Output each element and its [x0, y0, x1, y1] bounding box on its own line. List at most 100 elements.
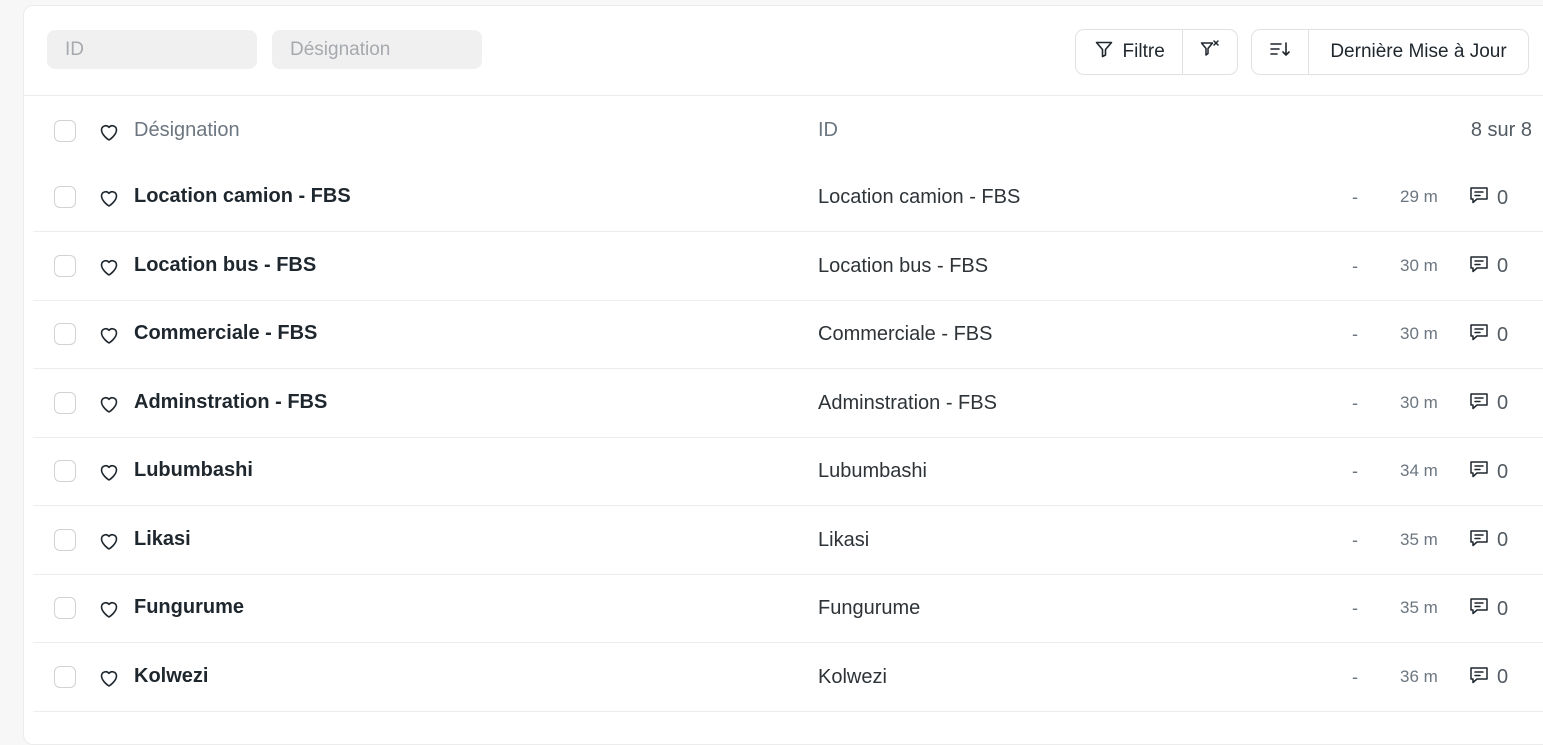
comment-count: 0	[1497, 666, 1509, 688]
list-item[interactable]: Likasi Likasi - 35 m 0	[33, 507, 1543, 575]
sort-direction-button[interactable]	[1252, 30, 1308, 74]
row-status: -	[1352, 666, 1358, 687]
comment-count: 0	[1497, 597, 1509, 620]
row-comments[interactable]: 0	[1468, 664, 1508, 692]
heart-icon[interactable]	[97, 120, 121, 144]
row-modified-time: 30 m	[1400, 255, 1438, 275]
comment-icon	[1468, 253, 1490, 281]
filter-button-label: Filtre	[1122, 41, 1165, 62]
row-title[interactable]: Kolwezi	[134, 665, 208, 688]
comment-count: 0	[1497, 255, 1509, 277]
list-view-panel: Filtre Dernière	[23, 5, 1543, 745]
row-comments[interactable]: 0	[1468, 527, 1508, 555]
row-checkbox[interactable]	[54, 665, 76, 688]
row-checkbox[interactable]	[54, 323, 76, 345]
select-all-checkbox[interactable]	[54, 120, 76, 142]
comment-count: 0	[1497, 392, 1509, 414]
row-comments[interactable]: 0	[1468, 595, 1508, 623]
list-item[interactable]: Kolwezi Kolwezi - 36 m 0	[33, 644, 1543, 712]
row-modified-time: 34 m	[1400, 461, 1438, 480]
row-modified-time: 35 m	[1400, 529, 1438, 549]
heart-icon[interactable]	[97, 666, 121, 690]
designation-filter-input[interactable]	[272, 30, 482, 69]
row-title[interactable]: Lubumbashi	[134, 459, 253, 482]
sort-button-group: Dernière Mise à Jour	[1251, 29, 1529, 75]
heart-icon[interactable]	[97, 529, 121, 553]
comment-icon	[1468, 664, 1490, 692]
row-status: -	[1352, 324, 1358, 344]
row-id: Fungurume	[818, 597, 921, 619]
sort-descending-icon	[1269, 39, 1291, 65]
row-modified-time: 29 m	[1400, 187, 1438, 206]
row-modified-time: 30 m	[1400, 324, 1438, 343]
row-title[interactable]: Location bus - FBS	[134, 254, 316, 277]
row-title[interactable]: Adminstration - FBS	[134, 391, 327, 414]
filter-button[interactable]: Filtre	[1076, 30, 1182, 74]
row-status: -	[1352, 461, 1358, 481]
heart-icon[interactable]	[97, 392, 121, 416]
row-modified-time: 36 m	[1400, 666, 1438, 686]
comment-count: 0	[1497, 323, 1509, 346]
row-status: -	[1352, 255, 1358, 276]
designation-column-header[interactable]: Désignation	[134, 119, 240, 142]
comment-icon	[1468, 321, 1490, 349]
heart-icon[interactable]	[97, 597, 121, 621]
row-checkbox[interactable]	[54, 254, 76, 277]
comment-icon	[1468, 527, 1490, 555]
id-filter-input[interactable]	[47, 30, 257, 69]
comment-icon	[1468, 458, 1490, 486]
list-item[interactable]: Location camion - FBS Location camion - …	[33, 164, 1543, 232]
heart-icon[interactable]	[97, 255, 121, 279]
comment-count: 0	[1497, 186, 1509, 209]
list-item[interactable]: Adminstration - FBS Adminstration - FBS …	[33, 370, 1543, 438]
clear-filter-button[interactable]	[1182, 30, 1237, 74]
list-item[interactable]: Fungurume Fungurume - 35 m 0	[33, 575, 1543, 643]
row-comments[interactable]: 0	[1468, 321, 1508, 349]
list-item[interactable]: Commerciale - FBS Commerciale - FBS - 30…	[33, 301, 1543, 369]
filter-x-icon	[1199, 38, 1221, 66]
row-checkbox[interactable]	[54, 528, 76, 551]
row-checkbox[interactable]	[54, 186, 76, 208]
record-count: 8 sur 8	[1470, 119, 1532, 141]
comment-icon	[1468, 595, 1490, 623]
filter-button-group: Filtre	[1075, 29, 1238, 75]
filter-icon	[1094, 39, 1114, 65]
comment-count: 0	[1497, 460, 1509, 483]
heart-icon[interactable]	[97, 186, 121, 210]
row-id: Adminstration - FBS	[818, 391, 997, 414]
row-comments[interactable]: 0	[1468, 390, 1508, 418]
row-title[interactable]: Commerciale - FBS	[134, 322, 317, 345]
comment-icon	[1468, 184, 1490, 212]
row-comments[interactable]: 0	[1468, 184, 1508, 212]
heart-icon[interactable]	[97, 460, 121, 484]
row-modified-time: 30 m	[1400, 392, 1438, 412]
row-checkbox[interactable]	[54, 460, 76, 482]
row-comments[interactable]: 0	[1468, 458, 1508, 486]
row-checkbox[interactable]	[54, 597, 76, 619]
row-id: Location camion - FBS	[818, 186, 1021, 208]
comment-count: 0	[1497, 529, 1509, 551]
row-id: Likasi	[818, 528, 870, 551]
row-comments[interactable]: 0	[1468, 253, 1508, 281]
row-id: Kolwezi	[818, 665, 887, 688]
heart-icon[interactable]	[97, 323, 121, 347]
list-item[interactable]: Location bus - FBS Location bus - FBS - …	[33, 233, 1543, 301]
list-item[interactable]: Lubumbashi Lubumbashi - 34 m 0	[33, 438, 1543, 506]
row-title[interactable]: Location camion - FBS	[134, 185, 351, 208]
row-status: -	[1352, 187, 1358, 207]
row-status: -	[1352, 529, 1358, 550]
row-status: -	[1352, 598, 1358, 618]
sort-field-button[interactable]: Dernière Mise à Jour	[1308, 30, 1528, 74]
comment-icon	[1468, 390, 1490, 418]
row-checkbox[interactable]	[54, 391, 76, 414]
row-modified-time: 35 m	[1400, 598, 1438, 617]
row-id: Location bus - FBS	[818, 254, 989, 277]
list-header-row: Désignation ID 8 sur 8	[33, 96, 1543, 164]
row-id: Commerciale - FBS	[818, 323, 993, 345]
list-toolbar: Filtre Dernière	[24, 6, 1543, 96]
row-id: Lubumbashi	[818, 460, 927, 482]
row-status: -	[1352, 392, 1358, 413]
row-title[interactable]: Fungurume	[134, 596, 244, 619]
row-title[interactable]: Likasi	[134, 528, 191, 551]
id-column-header: ID	[818, 119, 838, 141]
